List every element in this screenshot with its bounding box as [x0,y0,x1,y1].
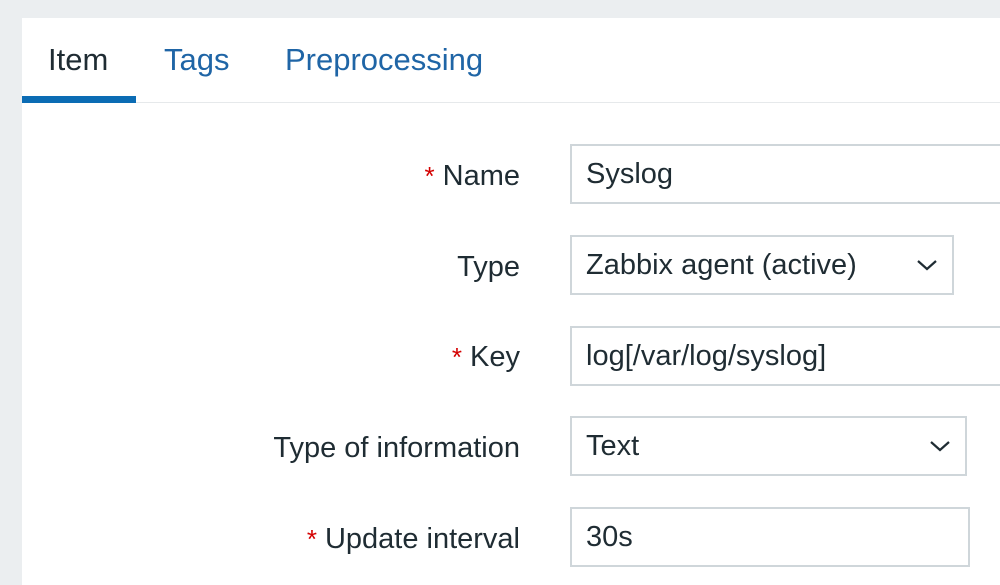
tab-bar: Item Tags Preprocessing [22,18,1000,103]
key-input[interactable] [570,326,1000,386]
chevron-down-icon [916,258,938,272]
required-marker: * [424,161,435,191]
required-marker: * [306,524,317,554]
type-of-information-select[interactable]: Text [570,416,967,476]
type-of-information-label: Type of information [273,432,520,464]
type-of-information-value: Text [586,429,640,462]
type-select-value: Zabbix agent (active) [586,248,857,281]
name-label: * Name [424,160,520,192]
type-select[interactable]: Zabbix agent (active) [570,235,954,295]
active-tab-indicator [22,96,136,103]
tab-item[interactable]: Item [48,40,108,80]
tab-preprocessing[interactable]: Preprocessing [285,40,483,80]
name-input[interactable] [570,144,1000,204]
update-interval-input[interactable] [570,507,970,567]
update-interval-label: * Update interval [306,523,520,555]
required-marker: * [451,342,463,372]
type-label: Type [457,251,520,283]
key-label: * Key [451,341,520,373]
item-form-panel: Item Tags Preprocessing *Name Type Zabbi… [22,18,1000,585]
chevron-down-icon [929,439,951,453]
tab-tags[interactable]: Tags [164,40,229,80]
